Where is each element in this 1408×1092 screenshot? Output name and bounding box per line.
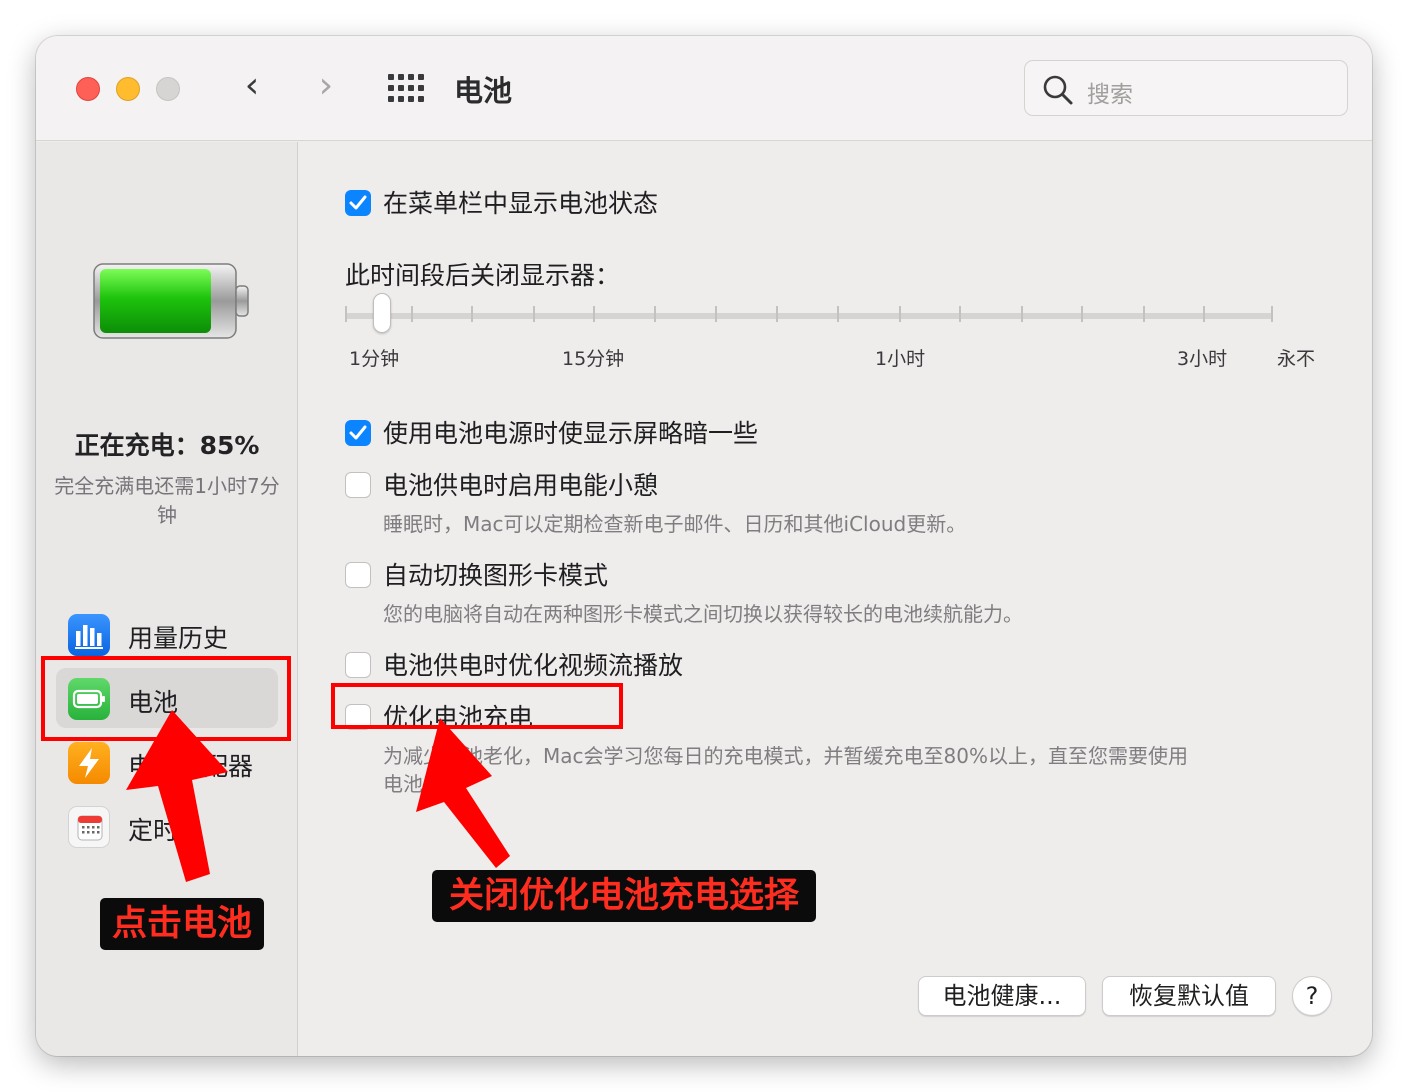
slider-tick xyxy=(533,306,535,322)
slider-tick-label: 1分钟 xyxy=(349,348,400,370)
display-off-label: 此时间段后关闭显示器： xyxy=(345,261,621,290)
bar-chart-icon xyxy=(68,614,110,656)
slider-tick xyxy=(776,306,778,322)
slider-tick-label: 15分钟 xyxy=(562,348,625,370)
graphics-switching-description: 您的电脑将自动在两种图形卡模式之间切换以获得较长的电池续航能力。 xyxy=(383,602,1023,626)
slider-tick xyxy=(471,306,473,322)
sidebar-item-usage-history[interactable]: 用量历史 xyxy=(56,604,278,664)
battery-level-icon xyxy=(93,263,249,339)
dim-display-checkbox[interactable] xyxy=(345,420,371,446)
show-status-label: 在菜单栏中显示电池状态 xyxy=(383,189,659,218)
slider-tick xyxy=(899,306,901,322)
back-button[interactable]: ‹ xyxy=(232,66,272,110)
calendar-icon xyxy=(68,806,110,848)
annotation-arrow-left xyxy=(126,710,228,882)
charging-status: 正在充电：85% xyxy=(74,431,260,460)
lightning-icon xyxy=(68,742,110,784)
slider-tick-label: 1小时 xyxy=(875,348,926,370)
show-all-grid-icon[interactable] xyxy=(388,74,424,102)
power-nap-checkbox[interactable] xyxy=(345,472,371,498)
slider-tick xyxy=(837,306,839,322)
minimize-window-button[interactable] xyxy=(116,77,140,101)
power-nap-label: 电池供电时启用电能小憩 xyxy=(383,471,659,500)
show-status-checkbox[interactable] xyxy=(345,190,371,216)
sidebar-item-label: 用量历史 xyxy=(128,624,229,653)
annotation-arrow-right xyxy=(416,718,510,868)
time-to-full: 完全充满电还需1小时7分钟 xyxy=(54,474,280,527)
search-field[interactable]: 搜索 xyxy=(1024,60,1348,116)
slider-tick-label: 永不 xyxy=(1277,348,1316,370)
help-button[interactable]: ? xyxy=(1292,976,1332,1016)
slider-tick xyxy=(411,306,413,322)
close-window-button[interactable] xyxy=(76,77,100,101)
search-icon xyxy=(1043,75,1073,105)
slider-tick xyxy=(593,306,595,322)
power-nap-description: 睡眠时，Mac可以定期检查新电子邮件、日历和其他iCloud更新。 xyxy=(383,512,967,536)
display-off-slider-knob[interactable] xyxy=(373,293,391,333)
battery-health-button[interactable]: 电池健康... xyxy=(918,976,1086,1016)
restore-defaults-button[interactable]: 恢复默认值 xyxy=(1102,976,1276,1016)
slider-tick xyxy=(1271,306,1273,322)
dim-display-label: 使用电池电源时使显示屏略暗一些 xyxy=(383,419,759,448)
annotation-label-click-battery: 点击电池 xyxy=(100,898,264,950)
slider-tick xyxy=(1081,306,1083,322)
display-off-slider-track[interactable] xyxy=(345,313,1273,319)
slider-tick xyxy=(1203,306,1205,322)
graphics-switching-label: 自动切换图形卡模式 xyxy=(383,561,609,590)
window-title: 电池 xyxy=(454,74,513,108)
graphics-switching-checkbox[interactable] xyxy=(345,562,371,588)
video-streaming-label: 电池供电时优化视频流播放 xyxy=(383,651,684,680)
slider-tick xyxy=(1021,306,1023,322)
annotation-label-disable-optimized-charging: 关闭优化电池充电选择 xyxy=(432,870,816,922)
slider-tick xyxy=(959,306,961,322)
slider-tick xyxy=(345,306,347,322)
video-streaming-checkbox[interactable] xyxy=(345,652,371,678)
zoom-window-button[interactable] xyxy=(156,77,180,101)
slider-tick xyxy=(715,306,717,322)
title-bar: ‹ › 电池 搜索 xyxy=(36,36,1372,141)
slider-tick xyxy=(654,306,656,322)
forward-button[interactable]: › xyxy=(306,66,346,110)
slider-tick-label: 3小时 xyxy=(1177,348,1228,370)
slider-tick xyxy=(1143,306,1145,322)
search-placeholder: 搜索 xyxy=(1087,82,1133,108)
